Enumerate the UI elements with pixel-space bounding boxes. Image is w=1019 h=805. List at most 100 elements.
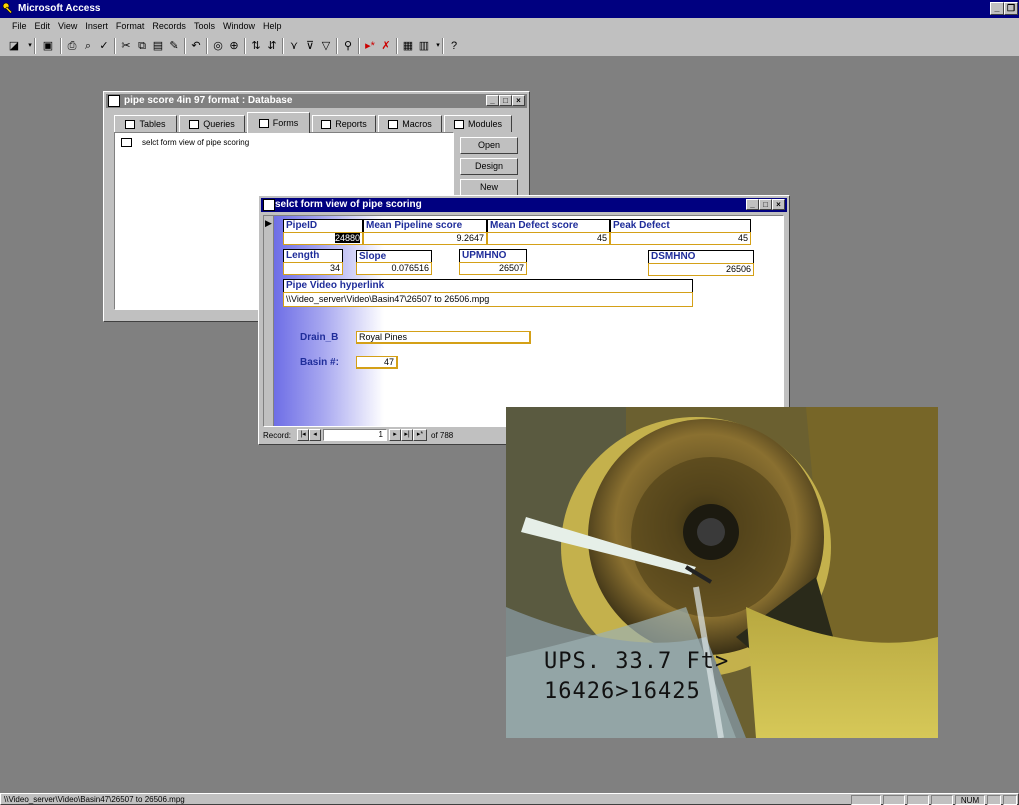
record-number-input[interactable]: 1 xyxy=(323,429,387,441)
database-window-title: pipe score 4in 97 format : Database xyxy=(124,95,293,106)
pipe-video-label: Pipe Video hyperlink xyxy=(283,279,693,292)
mean-defect-field[interactable]: 45 xyxy=(487,232,610,245)
tab-modules[interactable]: Modules xyxy=(444,115,512,132)
length-field[interactable]: 34 xyxy=(283,262,343,275)
new-record-icon[interactable]: ▸* xyxy=(362,38,378,54)
close-button[interactable]: × xyxy=(772,199,785,210)
first-record-button[interactable]: |◂ xyxy=(297,429,309,441)
upmhno-field[interactable]: 26507 xyxy=(459,262,527,275)
pipe-video-hyperlink-field[interactable]: \\Video_server\Video\Basin47\26507 to 26… xyxy=(283,292,693,307)
tab-forms[interactable]: Forms xyxy=(247,112,310,133)
tab-label: Reports xyxy=(335,119,367,129)
query-icon xyxy=(189,119,200,129)
print-preview-icon[interactable]: ⌕ xyxy=(80,38,96,54)
table-icon xyxy=(125,119,136,129)
menu-edit[interactable]: Edit xyxy=(31,18,55,35)
web-icon[interactable]: ◎ xyxy=(210,38,226,54)
menu-bar: File Edit View Insert Format Records Too… xyxy=(0,18,1019,35)
video-overlay-manholes: 16426>16425 xyxy=(544,679,701,704)
help-icon[interactable]: ? xyxy=(446,38,462,54)
current-record-arrow-icon: ▶ xyxy=(265,218,272,228)
apply-filter-icon[interactable]: ▽ xyxy=(318,38,334,54)
module-icon xyxy=(453,119,464,129)
minimize-button[interactable]: _ xyxy=(746,199,759,210)
tab-reports[interactable]: Reports xyxy=(312,115,376,132)
database-window-title-bar[interactable]: pipe score 4in 97 format : Database _ □ … xyxy=(106,94,527,108)
database-window-icon[interactable]: ▦ xyxy=(400,38,416,54)
mean-defect-label: Mean Defect score xyxy=(487,219,610,232)
menu-help[interactable]: Help xyxy=(259,18,286,35)
menu-insert[interactable]: Insert xyxy=(81,18,112,35)
video-overlay-distance: UPS. 33.7 Ft> xyxy=(544,649,730,674)
cut-icon[interactable]: ✂ xyxy=(118,38,134,54)
access-key-icon xyxy=(2,2,13,14)
delete-record-icon[interactable]: ✗ xyxy=(378,38,394,54)
form-window-title-bar[interactable]: selct form view of pipe scoring _ □ × xyxy=(261,198,787,212)
pipe-id-field[interactable]: 24880 xyxy=(283,232,363,245)
dsmhno-field[interactable]: 26506 xyxy=(648,263,754,276)
copy-icon[interactable]: ⧉ xyxy=(134,38,150,54)
sort-ascending-icon[interactable]: ⇅ xyxy=(248,38,264,54)
peak-defect-label: Peak Defect xyxy=(610,219,751,232)
view-icon[interactable]: ◪ xyxy=(6,38,22,54)
status-panel xyxy=(987,795,1001,805)
tab-macros[interactable]: Macros xyxy=(378,115,442,132)
maximize-button[interactable]: □ xyxy=(759,199,772,210)
menu-tools[interactable]: Tools xyxy=(190,18,219,35)
tab-label: Queries xyxy=(203,119,235,129)
basin-field[interactable]: 47 xyxy=(356,356,398,369)
next-record-button[interactable]: ▸ xyxy=(389,429,401,441)
pipe-id-label: PipeID xyxy=(283,219,363,232)
database-icon xyxy=(108,95,120,107)
previous-record-button[interactable]: ◂ xyxy=(309,429,321,441)
slope-field[interactable]: 0.076516 xyxy=(356,262,432,275)
menu-window[interactable]: Window xyxy=(219,18,259,35)
tab-label: Tables xyxy=(139,119,166,129)
find-icon[interactable]: ⚲ xyxy=(340,38,356,54)
tab-label: Forms xyxy=(272,118,299,128)
menu-format[interactable]: Format xyxy=(112,18,149,35)
hyperlink-icon[interactable]: ⊕ xyxy=(226,38,242,54)
save-icon[interactable]: ▣ xyxy=(40,38,56,54)
sort-descending-icon[interactable]: ⇵ xyxy=(264,38,280,54)
paste-icon[interactable]: ▤ xyxy=(150,38,166,54)
pipe-video-frame: UPS. 33.7 Ft> 16426>16425 xyxy=(506,407,938,738)
drain-b-field[interactable]: Royal Pines xyxy=(356,331,531,344)
new-button[interactable]: New xyxy=(460,179,518,196)
length-label: Length xyxy=(283,249,343,262)
open-button[interactable]: Open xyxy=(460,137,518,154)
maximize-button[interactable]: □ xyxy=(499,95,512,106)
menu-view[interactable]: View xyxy=(54,18,81,35)
close-button[interactable]: × xyxy=(512,95,525,106)
last-record-button[interactable]: ▸| xyxy=(401,429,413,441)
app-title-bar[interactable]: Microsoft Access _ ❐ xyxy=(0,0,1019,18)
minimize-button[interactable]: _ xyxy=(486,95,499,106)
list-item[interactable]: selct form view of pipe scoring xyxy=(121,138,249,147)
tab-tables[interactable]: Tables xyxy=(114,115,177,132)
restore-button[interactable]: ❐ xyxy=(1004,2,1018,15)
pipe-id-value: 24880 xyxy=(334,233,360,243)
dsmhno-label: DSMHNO xyxy=(648,250,754,263)
mean-pipeline-field[interactable]: 9.2647 xyxy=(363,232,487,245)
filter-by-selection-icon[interactable]: ⋎ xyxy=(286,38,302,54)
menu-records[interactable]: Records xyxy=(148,18,190,35)
mean-pipeline-label: Mean Pipeline score xyxy=(363,219,487,232)
macro-icon xyxy=(388,119,399,129)
tab-queries[interactable]: Queries xyxy=(179,115,245,132)
new-record-button[interactable]: ▸* xyxy=(413,429,427,441)
design-button[interactable]: Design xyxy=(460,158,518,175)
form-icon xyxy=(121,138,132,147)
minimize-button[interactable]: _ xyxy=(990,2,1004,15)
print-icon[interactable]: ⎙ xyxy=(64,38,80,54)
status-bar: \\Video_server\Video\Basin47\26507 to 26… xyxy=(0,793,1019,805)
report-icon xyxy=(321,119,332,129)
menu-file[interactable]: File xyxy=(8,18,31,35)
undo-icon[interactable]: ↶ xyxy=(188,38,204,54)
format-painter-icon[interactable]: ✎ xyxy=(166,38,182,54)
filter-by-form-icon[interactable]: ⊽ xyxy=(302,38,318,54)
spelling-icon[interactable]: ✓ xyxy=(96,38,112,54)
peak-defect-field[interactable]: 45 xyxy=(610,232,751,245)
status-panel xyxy=(883,795,905,805)
record-selector[interactable]: ▶ xyxy=(264,216,274,426)
form-icon xyxy=(263,199,275,211)
